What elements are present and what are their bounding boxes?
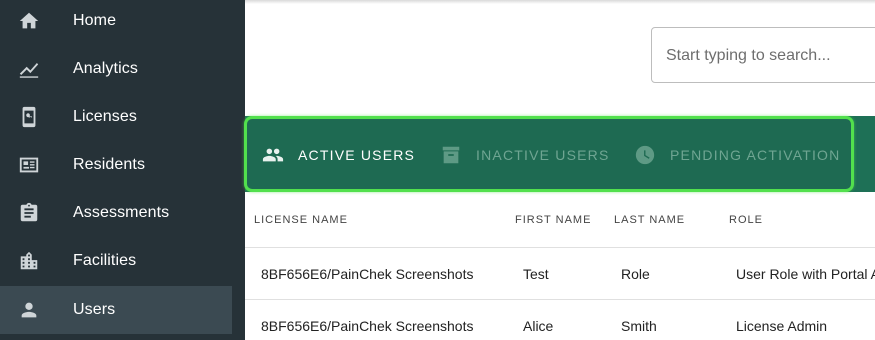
header-shadow: [245, 0, 875, 4]
clock-icon: [635, 145, 655, 165]
archive-icon: [442, 146, 460, 164]
sidebar-item-users[interactable]: Users: [0, 286, 232, 334]
cell-license-name: 8BF656E6/PainChek Screenshots: [261, 318, 474, 334]
sidebar-item-home[interactable]: Home: [0, 0, 232, 45]
facilities-icon: [17, 249, 41, 273]
search-field[interactable]: [651, 27, 875, 83]
sidebar-item-facilities[interactable]: Facilities: [0, 237, 232, 285]
sidebar-item-label: Home: [73, 12, 117, 29]
home-icon: [17, 9, 41, 33]
sidebar-item-label: Analytics: [73, 60, 138, 77]
sidebar-item-residents[interactable]: Residents: [0, 141, 232, 189]
cell-first-name: Alice: [523, 318, 554, 334]
sidebar-item-assessments[interactable]: Assessments: [0, 189, 232, 237]
cell-license-name: 8BF656E6/PainChek Screenshots: [261, 266, 474, 282]
people-icon: [262, 148, 284, 162]
sidebar-item-label: Assessments: [73, 204, 170, 221]
column-header-role[interactable]: ROLE: [729, 214, 763, 226]
cell-first-name: Test: [523, 266, 549, 282]
column-header-license-name[interactable]: LICENSE NAME: [254, 214, 348, 226]
tab-label: INACTIVE USERS: [476, 147, 610, 163]
sidebar-item-analytics[interactable]: Analytics: [0, 45, 232, 93]
residents-icon: [17, 153, 41, 177]
sidebar-item-licenses[interactable]: Licenses: [0, 93, 232, 141]
tab-label: PENDING ACTIVATION: [670, 147, 841, 163]
search-input[interactable]: [666, 44, 875, 68]
table-row[interactable]: 8BF656E6/PainChek Screenshots Test Role …: [245, 247, 875, 299]
cell-last-name: Role: [621, 266, 650, 282]
sidebar-item-label: Users: [73, 301, 116, 318]
column-header-first-name[interactable]: FIRST NAME: [515, 214, 591, 226]
main-content: ACTIVE USERS INACTIVE USERS PENDING ACTI…: [244, 0, 875, 340]
column-header-last-name[interactable]: LAST NAME: [614, 214, 685, 226]
tab-active-users[interactable]: ACTIVE USERS: [262, 140, 415, 170]
licenses-icon: [17, 105, 41, 129]
sidebar-item-label: Facilities: [73, 252, 137, 269]
tab-pending-activation[interactable]: PENDING ACTIVATION: [634, 140, 840, 170]
sidebar-item-label: Licenses: [73, 108, 137, 125]
tab-label: ACTIVE USERS: [298, 147, 416, 163]
assessments-icon: [17, 201, 41, 225]
user-icon: [17, 298, 41, 322]
sidebar: Home Analytics Licenses Residents Assess…: [0, 0, 245, 340]
cell-last-name: Smith: [621, 318, 657, 334]
cell-role: License Admin: [736, 318, 828, 334]
table-row[interactable]: 8BF656E6/PainChek Screenshots Alice Smit…: [245, 299, 875, 340]
cell-role: User Role with Portal A: [736, 266, 875, 282]
tab-inactive-users[interactable]: INACTIVE USERS: [440, 140, 610, 170]
analytics-icon: [17, 57, 41, 81]
sidebar-item-label: Residents: [73, 156, 146, 173]
